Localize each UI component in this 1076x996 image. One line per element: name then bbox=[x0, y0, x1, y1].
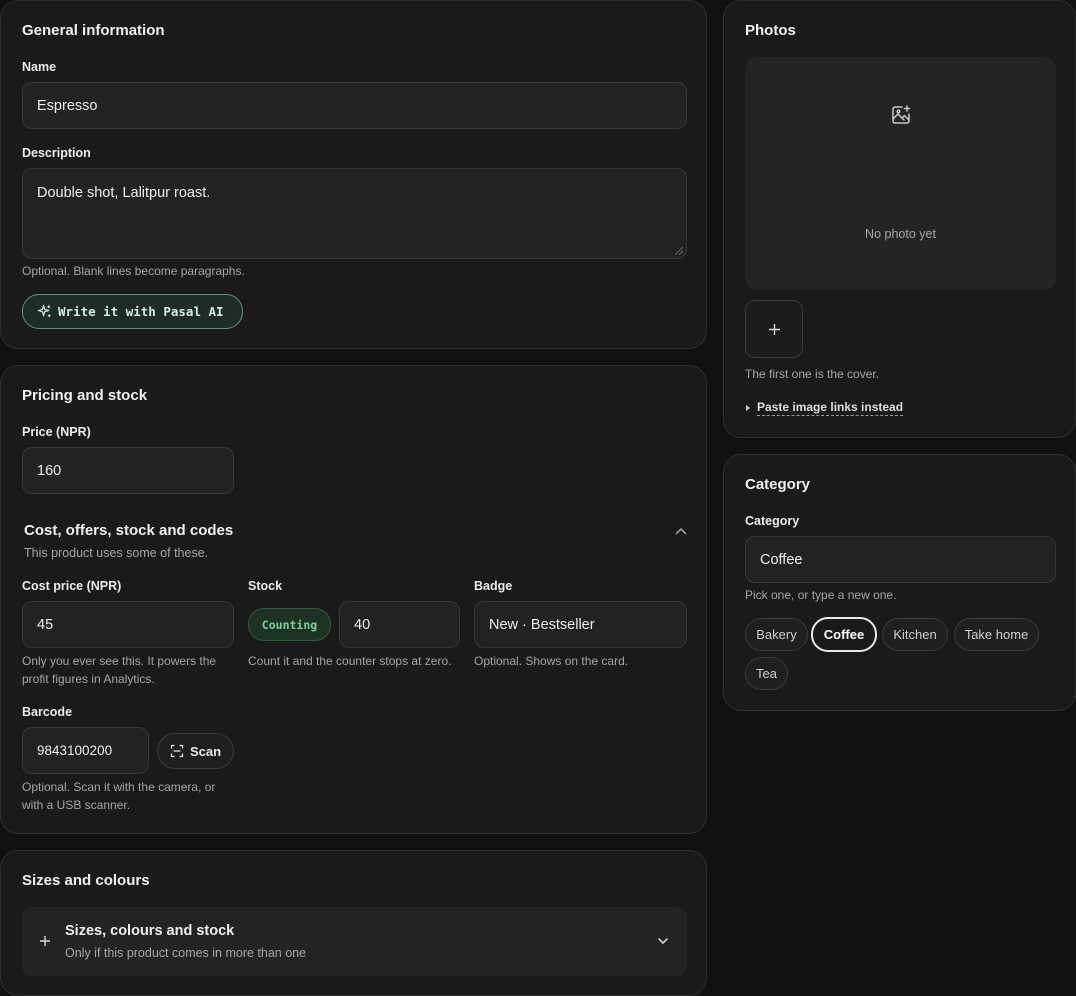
description-hint: Optional. Blank lines become paragraphs. bbox=[22, 264, 245, 278]
badge-label: Badge bbox=[474, 579, 513, 593]
category-hint: Pick one, or type a new one. bbox=[745, 588, 897, 602]
stock-label: Stock bbox=[248, 579, 283, 593]
cost-price-label: Cost price (NPR) bbox=[22, 579, 122, 593]
stock-input[interactable]: 40 bbox=[339, 601, 460, 648]
category-chip-take-home[interactable]: Take home bbox=[954, 618, 1039, 651]
chevron-down-icon bbox=[656, 934, 670, 948]
chevron-up-icon[interactable] bbox=[674, 524, 688, 538]
general-information-card: General information Name Espresso Descri… bbox=[0, 0, 707, 349]
cost-price-input[interactable]: 45 bbox=[22, 601, 234, 648]
cover-hint: The first one is the cover. bbox=[745, 367, 880, 381]
scan-button[interactable]: Scan bbox=[157, 733, 234, 769]
paste-image-links-label: Paste image links instead bbox=[757, 400, 904, 416]
category-chip-tea[interactable]: Tea bbox=[745, 657, 788, 690]
photo-dropzone[interactable]: No photo yet bbox=[745, 57, 1056, 290]
sparkles-icon bbox=[37, 304, 52, 319]
name-input[interactable]: Espresso bbox=[22, 82, 687, 129]
cost-price-hint: Only you ever see this. It powers the pr… bbox=[22, 654, 217, 686]
sizes-colours-expander[interactable]: Sizes, colours and stock Only if this pr… bbox=[22, 907, 687, 976]
description-textarea[interactable]: Double shot, Lalitpur roast. bbox=[22, 168, 687, 259]
cost-offers-section-subtitle: This product uses some of these. bbox=[24, 546, 209, 560]
cost-offers-section-header[interactable]: Cost, offers, stock and codes This produ… bbox=[24, 522, 688, 562]
category-card: Category Category Coffee Pick one, or ty… bbox=[723, 454, 1076, 711]
paste-image-links-toggle[interactable]: Paste image links instead bbox=[745, 400, 904, 416]
stock-hint: Count it and the counter stops at zero. bbox=[248, 654, 452, 668]
description-label: Description bbox=[22, 146, 91, 160]
stock-input-value: 40 bbox=[354, 616, 371, 633]
name-label: Name bbox=[22, 60, 57, 74]
badge-input[interactable]: New · Bestseller bbox=[474, 601, 687, 648]
triangle-right-icon bbox=[745, 404, 751, 412]
stock-mode-toggle[interactable]: Counting bbox=[248, 608, 331, 641]
sizes-colours-card: Sizes and colours Sizes, colours and sto… bbox=[0, 850, 707, 996]
pricing-stock-card: Pricing and stock Price (NPR) 160 Cost, … bbox=[0, 365, 707, 834]
category-label: Category bbox=[745, 514, 800, 528]
pricing-stock-title: Pricing and stock bbox=[22, 387, 148, 404]
sizes-colours-title: Sizes and colours bbox=[22, 872, 150, 889]
scan-icon bbox=[170, 744, 184, 758]
price-input-value: 160 bbox=[37, 462, 62, 479]
plus-icon bbox=[768, 323, 781, 336]
category-chip-bakery[interactable]: Bakery bbox=[745, 618, 808, 651]
category-input-value: Coffee bbox=[760, 551, 803, 568]
barcode-input[interactable]: 9843100200 bbox=[22, 727, 149, 774]
barcode-hint: Optional. Scan it with the camera, or wi… bbox=[22, 780, 216, 812]
name-input-value: Espresso bbox=[37, 97, 98, 114]
barcode-label: Barcode bbox=[22, 705, 73, 719]
plus-icon bbox=[39, 935, 51, 947]
description-textarea-value: Double shot, Lalitpur roast. bbox=[37, 185, 211, 201]
resize-grip-icon[interactable] bbox=[675, 247, 683, 255]
category-input[interactable]: Coffee bbox=[745, 536, 1056, 583]
general-information-title: General information bbox=[22, 22, 165, 39]
write-with-ai-button[interactable]: Write it with Pasal AI bbox=[22, 294, 243, 329]
cost-price-input-value: 45 bbox=[37, 616, 54, 633]
cost-offers-section-title: Cost, offers, stock and codes bbox=[24, 522, 234, 539]
no-photo-text: No photo yet bbox=[865, 227, 936, 241]
write-with-ai-label: Write it with Pasal AI bbox=[58, 304, 224, 319]
sizes-colours-row-title: Sizes, colours and stock bbox=[65, 923, 235, 939]
category-chip-kitchen[interactable]: Kitchen bbox=[882, 618, 948, 651]
badge-hint: Optional. Shows on the card. bbox=[474, 654, 629, 668]
badge-input-value: New · Bestseller bbox=[489, 616, 595, 633]
price-label: Price (NPR) bbox=[22, 425, 91, 439]
price-input[interactable]: 160 bbox=[22, 447, 234, 494]
category-title: Category bbox=[745, 476, 811, 493]
add-photo-button[interactable] bbox=[745, 300, 803, 358]
barcode-input-value: 9843100200 bbox=[37, 743, 113, 758]
sizes-colours-row-subtitle: Only if this product comes in more than … bbox=[65, 946, 307, 960]
photos-title: Photos bbox=[745, 22, 796, 39]
photos-card: Photos No photo yet The first one is the… bbox=[723, 0, 1076, 438]
image-plus-icon bbox=[890, 104, 912, 126]
category-chip-coffee[interactable]: Coffee bbox=[811, 617, 877, 652]
scan-label: Scan bbox=[189, 743, 222, 759]
